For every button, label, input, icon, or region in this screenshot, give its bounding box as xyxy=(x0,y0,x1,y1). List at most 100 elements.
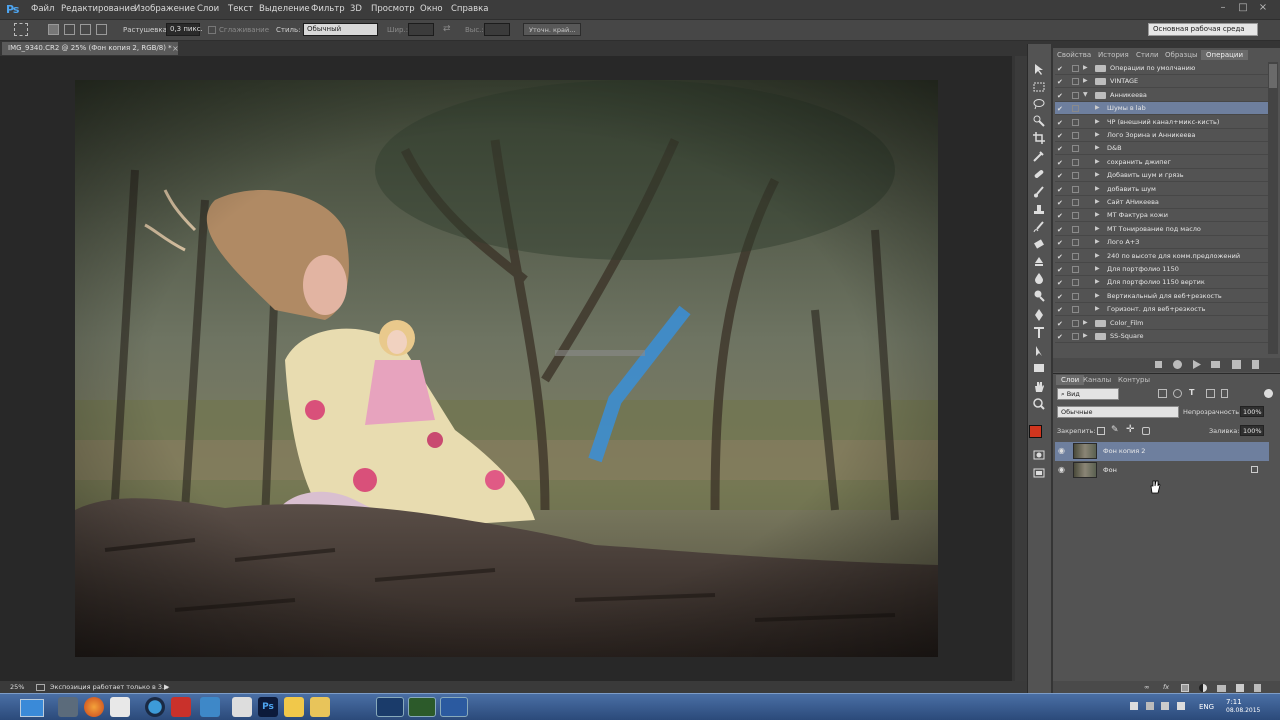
documents-icon[interactable] xyxy=(110,697,130,717)
action-row[interactable]: ✔ ▶ МТ Фактура кожи xyxy=(1055,209,1268,223)
expand-icon[interactable]: ▶ xyxy=(1083,319,1088,326)
expand-icon[interactable]: ▶ xyxy=(1095,158,1100,165)
expand-icon[interactable]: ▶ xyxy=(1095,171,1100,178)
action-row[interactable]: ✔ ▶ Лого Зорина и Анникеева xyxy=(1055,129,1268,142)
tab-layers[interactable]: Слои xyxy=(1056,375,1085,385)
expand-icon[interactable]: ▶ xyxy=(1083,64,1088,71)
expand-icon[interactable]: ▶ xyxy=(1095,185,1100,192)
filter-shape-icon[interactable] xyxy=(1206,389,1215,398)
eyedropper-icon[interactable] xyxy=(1032,149,1046,163)
dialog-toggle-icon[interactable] xyxy=(1072,105,1079,113)
check-icon[interactable]: ✔ xyxy=(1057,306,1065,314)
taskbar-window-3[interactable] xyxy=(440,697,468,717)
taskbar-window-2[interactable] xyxy=(408,697,436,717)
lasso-icon[interactable] xyxy=(1032,97,1046,111)
menu-edit[interactable]: Редактирование xyxy=(61,4,135,14)
width-input[interactable] xyxy=(408,23,434,36)
document-tab[interactable]: IMG_9340.CR2 @ 25% (Фон копия 2, RGB/8) … xyxy=(2,42,178,55)
check-icon[interactable]: ✔ xyxy=(1057,186,1065,194)
expanded-icon[interactable]: ▼ xyxy=(1083,91,1088,98)
dialog-toggle-icon[interactable] xyxy=(1072,145,1079,153)
expand-icon[interactable]: ▶ xyxy=(1095,225,1100,232)
tab-properties[interactable]: Свойства xyxy=(1057,51,1091,59)
quick-select-icon[interactable] xyxy=(1032,114,1046,128)
blur-icon[interactable] xyxy=(1032,271,1046,285)
action-row[interactable]: ✔ ▶ Добавить шум и грязь xyxy=(1055,169,1268,183)
expand-icon[interactable]: ▶ xyxy=(1095,305,1100,312)
dialog-toggle-icon[interactable] xyxy=(1072,132,1079,139)
dialog-toggle-icon[interactable] xyxy=(1072,252,1079,260)
new-group-icon[interactable] xyxy=(1217,685,1226,692)
lock-pixels-icon[interactable]: ✎ xyxy=(1111,425,1119,435)
check-icon[interactable]: ✔ xyxy=(1057,159,1065,167)
visibility-eye-icon[interactable]: ◉ xyxy=(1058,466,1067,474)
check-icon[interactable]: ✔ xyxy=(1057,199,1065,207)
crop-icon[interactable] xyxy=(1032,131,1046,145)
subtract-selection-icon[interactable] xyxy=(80,24,91,35)
check-icon[interactable]: ✔ xyxy=(1057,266,1065,274)
action-row[interactable]: ✔ ▶ добавить шум xyxy=(1055,183,1268,196)
feather-input[interactable]: 0,3 пикс. xyxy=(166,23,203,36)
foreground-color-swatch[interactable] xyxy=(1029,425,1042,438)
dialog-toggle-icon[interactable] xyxy=(1072,185,1079,193)
folder-icon[interactable] xyxy=(284,697,304,717)
pen-icon[interactable] xyxy=(1032,308,1046,322)
action-set-row[interactable]: ✔ ▶ SS-Square xyxy=(1055,330,1268,343)
stop-icon[interactable] xyxy=(1155,361,1162,368)
check-icon[interactable]: ✔ xyxy=(1057,172,1065,180)
dialog-toggle-icon[interactable] xyxy=(1072,239,1079,247)
action-row[interactable]: ✔ ▶ Вертикальный для веб+резкость xyxy=(1055,290,1268,303)
menu-select[interactable]: Выделение xyxy=(259,4,310,14)
intersect-selection-icon[interactable] xyxy=(96,24,107,35)
network-icon[interactable] xyxy=(1161,702,1169,710)
dialog-toggle-icon[interactable] xyxy=(1072,266,1079,273)
history-brush-icon[interactable] xyxy=(1032,220,1046,234)
action-row[interactable]: ✔ ▶ сохранить джипег xyxy=(1055,156,1268,169)
layer-name[interactable]: Фон копия 2 xyxy=(1103,447,1145,455)
marquee-icon[interactable] xyxy=(1032,80,1046,94)
healing-icon[interactable] xyxy=(1032,167,1046,181)
workspace-select[interactable]: Основная рабочая среда xyxy=(1148,23,1258,36)
adjustment-layer-icon[interactable] xyxy=(1199,684,1207,692)
menu-type[interactable]: Текст xyxy=(228,4,253,14)
expand-icon[interactable]: ▶ xyxy=(1095,211,1100,218)
eraser-icon[interactable] xyxy=(1032,237,1046,251)
tb-app-icon[interactable] xyxy=(58,697,78,717)
menu-3d[interactable]: 3D xyxy=(350,4,362,14)
hand-icon[interactable] xyxy=(1032,380,1046,394)
expand-icon[interactable]: ▶ xyxy=(1095,238,1100,245)
filter-pixel-icon[interactable] xyxy=(1158,389,1167,398)
filter-toggle-icon[interactable] xyxy=(1264,389,1273,398)
height-input[interactable] xyxy=(484,23,510,36)
layer-row[interactable]: ◉ Фон xyxy=(1055,461,1269,480)
move-icon[interactable] xyxy=(1032,62,1046,76)
tab-styles[interactable]: Стили xyxy=(1136,51,1159,59)
check-icon[interactable]: ✔ xyxy=(1057,105,1065,113)
action-row[interactable]: ✔ ▶ D&B xyxy=(1055,142,1268,156)
stamp-icon[interactable] xyxy=(1032,203,1046,217)
clock-date[interactable]: 08.08.2015 xyxy=(1226,707,1260,714)
check-icon[interactable]: ✔ xyxy=(1057,320,1065,328)
expand-icon[interactable]: ▶ xyxy=(1095,118,1100,125)
expand-icon[interactable]: ▶ xyxy=(1083,77,1088,84)
shape-icon[interactable] xyxy=(1032,361,1046,375)
menu-image[interactable]: Изображение xyxy=(134,4,195,14)
lock-transparent-icon[interactable] xyxy=(1097,427,1105,435)
lock-all-icon[interactable] xyxy=(1142,427,1150,435)
dialog-toggle-icon[interactable] xyxy=(1072,199,1079,206)
new-layer-icon[interactable] xyxy=(1236,684,1244,692)
check-icon[interactable]: ✔ xyxy=(1057,239,1065,247)
zoom-level[interactable]: 25% xyxy=(10,683,24,691)
action-set-row[interactable]: ✔ ▶ VINTAGE xyxy=(1055,75,1268,89)
new-action-icon[interactable] xyxy=(1232,360,1241,369)
dialog-toggle-icon[interactable] xyxy=(1072,212,1079,220)
type-icon[interactable] xyxy=(1032,326,1046,340)
layer-filter-select[interactable]: ⌕ Вид xyxy=(1057,388,1119,400)
check-icon[interactable]: ✔ xyxy=(1057,226,1065,234)
menu-view[interactable]: Просмотр xyxy=(371,4,415,14)
status-arrow-icon[interactable]: ▶ xyxy=(164,683,169,691)
expand-icon[interactable]: ▶ xyxy=(1095,278,1100,285)
browser-icon[interactable] xyxy=(145,697,165,717)
action-row[interactable]: ✔ ▶ Шумы в lab xyxy=(1055,102,1268,116)
layer-mask-icon[interactable] xyxy=(1181,684,1189,692)
